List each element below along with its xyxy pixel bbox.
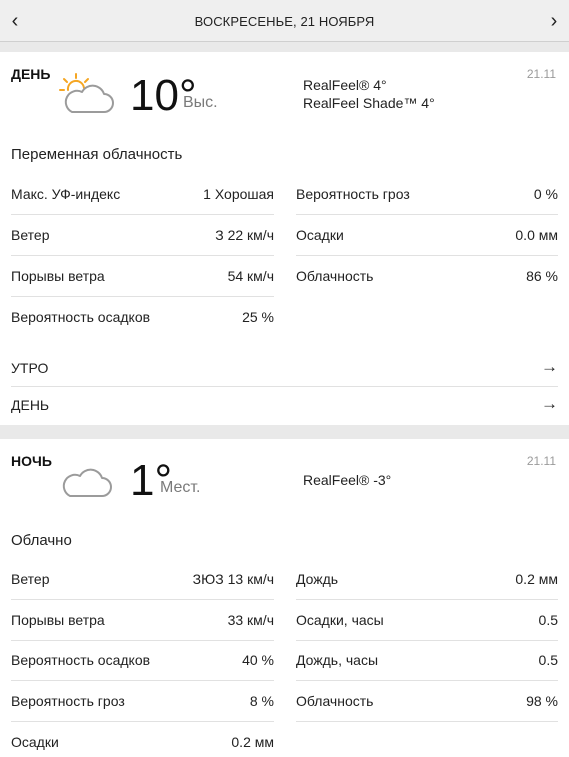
night-date: 21.11 — [526, 454, 556, 468]
day-detail-row: Осадки 0.0 мм — [296, 215, 558, 256]
detail-label: Вероятность осадков — [11, 652, 151, 668]
detail-label: Порывы ветра — [11, 612, 105, 628]
day-detail-row: Ветер З 22 км/ч — [11, 215, 274, 256]
night-title: НОЧЬ — [11, 453, 52, 469]
detail-value: 8 % — [249, 693, 274, 709]
detail-label: Осадки, часы — [296, 612, 384, 628]
cloudy-icon — [62, 468, 112, 497]
night-forecast-card: НОЧЬ 21.11 1° Мест. RealFeel® -3° Облачн… — [0, 439, 569, 757]
arrow-right-icon: → — [541, 394, 558, 413]
next-day-button[interactable]: › — [539, 0, 569, 42]
detail-label: Порывы ветра — [11, 268, 105, 284]
day-forecast-card: ДЕНЬ 21.11 10° Выс. RealFeel® 4° RealFee… — [0, 52, 569, 425]
morning-link[interactable]: УТРО → — [11, 350, 558, 387]
detail-label: Вероятность осадков — [11, 309, 151, 325]
night-detail-row: Осадки, часы 0.5 — [296, 600, 558, 641]
detail-label: Ветер — [11, 227, 50, 243]
link-label: ДЕНЬ — [11, 397, 50, 413]
day-detail-row: Порывы ветра 54 км/ч — [11, 256, 274, 297]
night-detail-row: Ветер ЗЮЗ 13 км/ч — [11, 559, 274, 600]
day-link[interactable]: ДЕНЬ → — [11, 387, 558, 424]
detail-value: 86 % — [526, 268, 558, 284]
night-temperature-label: Мест. — [160, 479, 201, 496]
detail-label: Вероятность гроз — [296, 186, 410, 202]
night-detail-row: Дождь 0.2 мм — [296, 559, 558, 600]
partly-cloudy-icon — [59, 73, 114, 113]
night-realfeel: RealFeel® -3° — [303, 472, 392, 488]
selected-date: ВОСКРЕСЕНЬЕ, 21 НОЯБРЯ — [194, 14, 375, 29]
detail-value: ЗЮЗ 13 км/ч — [192, 571, 274, 587]
night-detail-row: Облачность 98 % — [296, 681, 558, 722]
day-temperature-label: Выс. — [183, 94, 218, 111]
detail-label: Облачность — [296, 268, 374, 284]
detail-value: 33 км/ч — [227, 612, 274, 628]
night-detail-row: Дождь, часы 0.5 — [296, 640, 558, 681]
day-detail-row: Макс. УФ-индекс 1 Хорошая — [11, 174, 274, 215]
detail-value: 1 Хорошая — [203, 186, 274, 202]
detail-value: 0.5 — [538, 652, 558, 668]
detail-label: Осадки — [296, 227, 344, 243]
night-detail-row: Вероятность осадков 40 % — [11, 640, 274, 681]
arrow-right-icon: → — [541, 357, 558, 376]
night-detail-row: Порывы ветра 33 км/ч — [11, 600, 274, 641]
day-detail-row: Вероятность осадков 25 % — [11, 297, 274, 338]
detail-value: З 22 км/ч — [215, 227, 274, 243]
day-detail-row: Вероятность гроз 0 % — [296, 174, 558, 215]
detail-value: 98 % — [526, 693, 558, 709]
detail-value: 0.2 мм — [231, 734, 274, 750]
detail-value: 40 % — [242, 652, 274, 668]
night-phrase: Облачно — [11, 532, 72, 549]
detail-label: Ветер — [11, 571, 50, 587]
detail-label: Дождь, часы — [296, 652, 379, 668]
day-date: 21.11 — [526, 67, 556, 81]
day-phrase: Переменная облачность — [11, 146, 183, 163]
night-detail-row: Осадки 0.2 мм — [11, 722, 274, 757]
night-detail-row: Вероятность гроз 8 % — [11, 681, 274, 722]
date-navigation-bar: ‹ ВОСКРЕСЕНЬЕ, 21 НОЯБРЯ › — [0, 0, 569, 42]
day-realfeel-shade: RealFeel Shade™ 4° — [303, 95, 435, 111]
detail-label: Вероятность гроз — [11, 693, 125, 709]
detail-value: 0 % — [533, 186, 558, 202]
day-realfeel: RealFeel® 4° — [303, 77, 387, 93]
detail-value: 25 % — [242, 309, 274, 325]
detail-value: 0.5 — [538, 612, 558, 628]
detail-label: Макс. УФ-индекс — [11, 186, 121, 202]
detail-label: Облачность — [296, 693, 374, 709]
detail-value: 0.2 мм — [515, 571, 558, 587]
day-title: ДЕНЬ — [11, 66, 51, 82]
day-detail-row: Облачность 86 % — [296, 256, 558, 297]
detail-label: Дождь — [296, 571, 339, 587]
detail-label: Осадки — [11, 734, 59, 750]
link-label: УТРО — [11, 360, 49, 376]
detail-value: 0.0 мм — [515, 227, 558, 243]
detail-value: 54 км/ч — [227, 268, 274, 284]
